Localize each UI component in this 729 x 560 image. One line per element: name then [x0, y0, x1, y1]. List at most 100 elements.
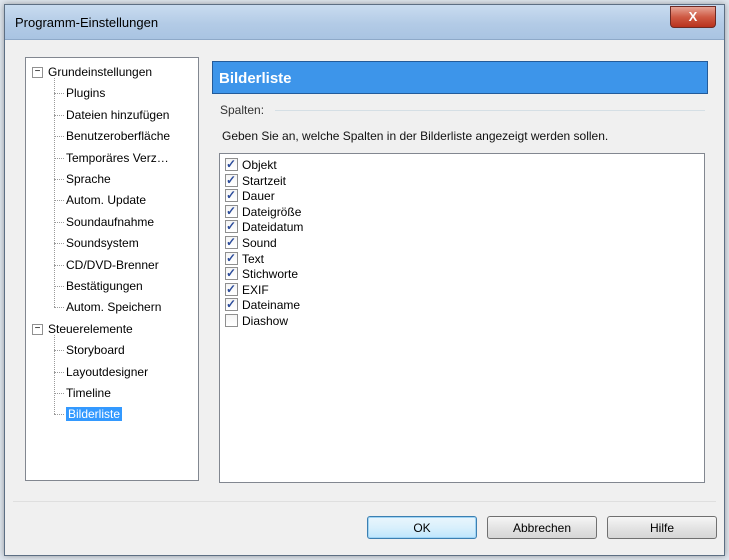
- tree-connector: [54, 393, 64, 394]
- tree-item-label: Layoutdesigner: [66, 364, 149, 379]
- group-divider: [275, 110, 705, 111]
- tree-item-label: Benutzeroberfläche: [66, 129, 171, 144]
- column-checkbox-item[interactable]: Text: [225, 250, 265, 267]
- column-label: Stichworte: [242, 267, 299, 282]
- tree-item[interactable]: Timeline: [66, 383, 111, 403]
- close-button[interactable]: X: [670, 6, 716, 28]
- tree-item[interactable]: Temporäres Verz…: [66, 148, 169, 168]
- tree-item[interactable]: Soundsystem: [66, 233, 139, 253]
- checkbox-checked-icon[interactable]: [225, 187, 238, 203]
- checkbox-checked-icon[interactable]: [225, 218, 238, 234]
- tree-group-item[interactable]: Steuerelemente: [48, 319, 133, 339]
- checkbox-checked-icon[interactable]: [225, 265, 238, 281]
- column-label: Diashow: [242, 314, 289, 328]
- tree-item[interactable]: Plugins: [66, 83, 105, 103]
- tree-item-label: Storyboard: [66, 343, 125, 358]
- tree-connector: [54, 114, 64, 116]
- checkbox-checked-icon[interactable]: [225, 234, 238, 250]
- column-label: Dateiname: [242, 298, 301, 313]
- column-checkbox-item[interactable]: Objekt: [225, 156, 277, 173]
- tree-item-label: Autom. Speichern: [66, 300, 162, 315]
- tree-connector: [54, 264, 64, 266]
- column-label: Sound: [242, 236, 277, 250]
- tree-item[interactable]: Sprache: [66, 169, 111, 189]
- title-bar[interactable]: Programm-Einstellungen X: [5, 5, 724, 40]
- column-checkbox-item[interactable]: Startzeit: [225, 172, 287, 189]
- tree-item[interactable]: Benutzeroberfläche: [66, 126, 170, 146]
- settings-dialog: Programm-Einstellungen X − Grundeinstellu…: [4, 4, 725, 556]
- column-label: Dateigröße: [242, 204, 302, 219]
- column-label: Text: [242, 251, 265, 266]
- column-checkbox-item[interactable]: Dateidatum: [225, 218, 304, 235]
- columns-group-label: Spalten:: [220, 103, 265, 117]
- tree-connector: [54, 334, 55, 415]
- tree-connector: [54, 157, 64, 159]
- column-label: Dateidatum: [242, 220, 304, 235]
- tree-item-label: Steuerelemente: [48, 321, 133, 336]
- tree-item-label: Temporäres Verz…: [66, 150, 169, 165]
- column-checkbox-item[interactable]: Dateiname: [225, 296, 301, 313]
- tree-item-label: Soundaufnahme: [66, 214, 155, 229]
- tree-item[interactable]: Bestätigungen: [66, 276, 143, 296]
- tree-item-label: Bestätigungen: [66, 279, 143, 293]
- tree-item-label: Grundeinstellungen: [48, 65, 153, 79]
- tree-connector: [54, 221, 64, 223]
- column-checkbox-item[interactable]: Stichworte: [225, 265, 299, 282]
- cancel-button[interactable]: Abbrechen: [487, 516, 597, 539]
- column-checkbox-item[interactable]: Dateigröße: [225, 203, 302, 220]
- tree-connector: [54, 414, 64, 416]
- dialog-body: − Grundeinstellungen Plugins Dateien hinzuf…: [13, 43, 716, 547]
- tree-item[interactable]: Autom. Speichern: [66, 297, 161, 317]
- tree-item-label: Sprache: [66, 172, 111, 186]
- tree-connector: [54, 286, 64, 287]
- window-title: Programm-Einstellungen: [15, 15, 159, 30]
- tree-item[interactable]: Soundaufnahme: [66, 212, 154, 232]
- tree-item[interactable]: Autom. Update: [66, 190, 146, 210]
- tree-connector: [54, 243, 64, 245]
- tree-item-label: Dateien hinzufügen: [66, 107, 170, 122]
- panel-header: Bilderliste: [212, 61, 708, 94]
- checkbox-checked-icon[interactable]: [225, 203, 238, 219]
- column-label: Dauer: [242, 189, 275, 204]
- tree-item[interactable]: Dateien hinzufügen: [66, 105, 169, 125]
- tree-item[interactable]: Bilderliste: [66, 404, 123, 424]
- checkbox-unchecked-icon[interactable]: [225, 314, 238, 327]
- checkbox-checked-icon[interactable]: [225, 172, 238, 188]
- ok-button[interactable]: OK: [367, 516, 477, 539]
- tree-connector: [54, 136, 64, 138]
- column-label: EXIF: [242, 282, 269, 297]
- tree-item-label: Bilderliste: [66, 407, 123, 422]
- column-checkbox-item[interactable]: Sound: [225, 234, 277, 251]
- columns-description: Geben Sie an, welche Spalten in der Bild…: [222, 129, 609, 143]
- tree-connector: [54, 78, 55, 308]
- column-checkbox-item[interactable]: Diashow: [225, 313, 288, 329]
- tree-item-label: Autom. Update: [66, 193, 147, 208]
- column-checkbox-item[interactable]: Dauer: [225, 187, 275, 204]
- button-bar: OK Abbrechen Hilfe: [13, 501, 717, 550]
- tree-group-item[interactable]: Grundeinstellungen: [48, 62, 152, 82]
- tree-item[interactable]: Layoutdesigner: [66, 362, 148, 382]
- collapse-toggle-icon[interactable]: −: [32, 323, 43, 335]
- checkbox-checked-icon[interactable]: [225, 156, 238, 172]
- checkbox-checked-icon[interactable]: [225, 250, 238, 266]
- collapse-toggle-icon[interactable]: −: [32, 67, 43, 78]
- tree-connector: [54, 93, 64, 95]
- help-button[interactable]: Hilfe: [607, 516, 717, 539]
- column-label: Startzeit: [242, 173, 287, 188]
- column-checkbox-item[interactable]: EXIF: [225, 281, 269, 298]
- tree-connector: [54, 307, 64, 309]
- columns-checklist[interactable]: ObjektStartzeitDauerDateigrößeDateidatum…: [219, 153, 705, 483]
- tree-connector: [54, 371, 64, 373]
- settings-tree[interactable]: − Grundeinstellungen Plugins Dateien hinzuf…: [25, 57, 199, 481]
- tree-connector: [54, 179, 64, 180]
- checkbox-checked-icon[interactable]: [225, 281, 238, 297]
- tree-item-label: CD/DVD-Brenner: [66, 257, 159, 272]
- tree-item[interactable]: Storyboard: [66, 340, 125, 360]
- checkbox-checked-icon[interactable]: [225, 296, 238, 312]
- column-label: Objekt: [242, 158, 277, 172]
- tree-item-label: Plugins: [66, 86, 106, 101]
- tree-connector: [54, 200, 64, 202]
- tree-item-label: Timeline: [66, 386, 111, 400]
- tree-item[interactable]: CD/DVD-Brenner: [66, 255, 159, 275]
- tree-connector: [54, 350, 64, 352]
